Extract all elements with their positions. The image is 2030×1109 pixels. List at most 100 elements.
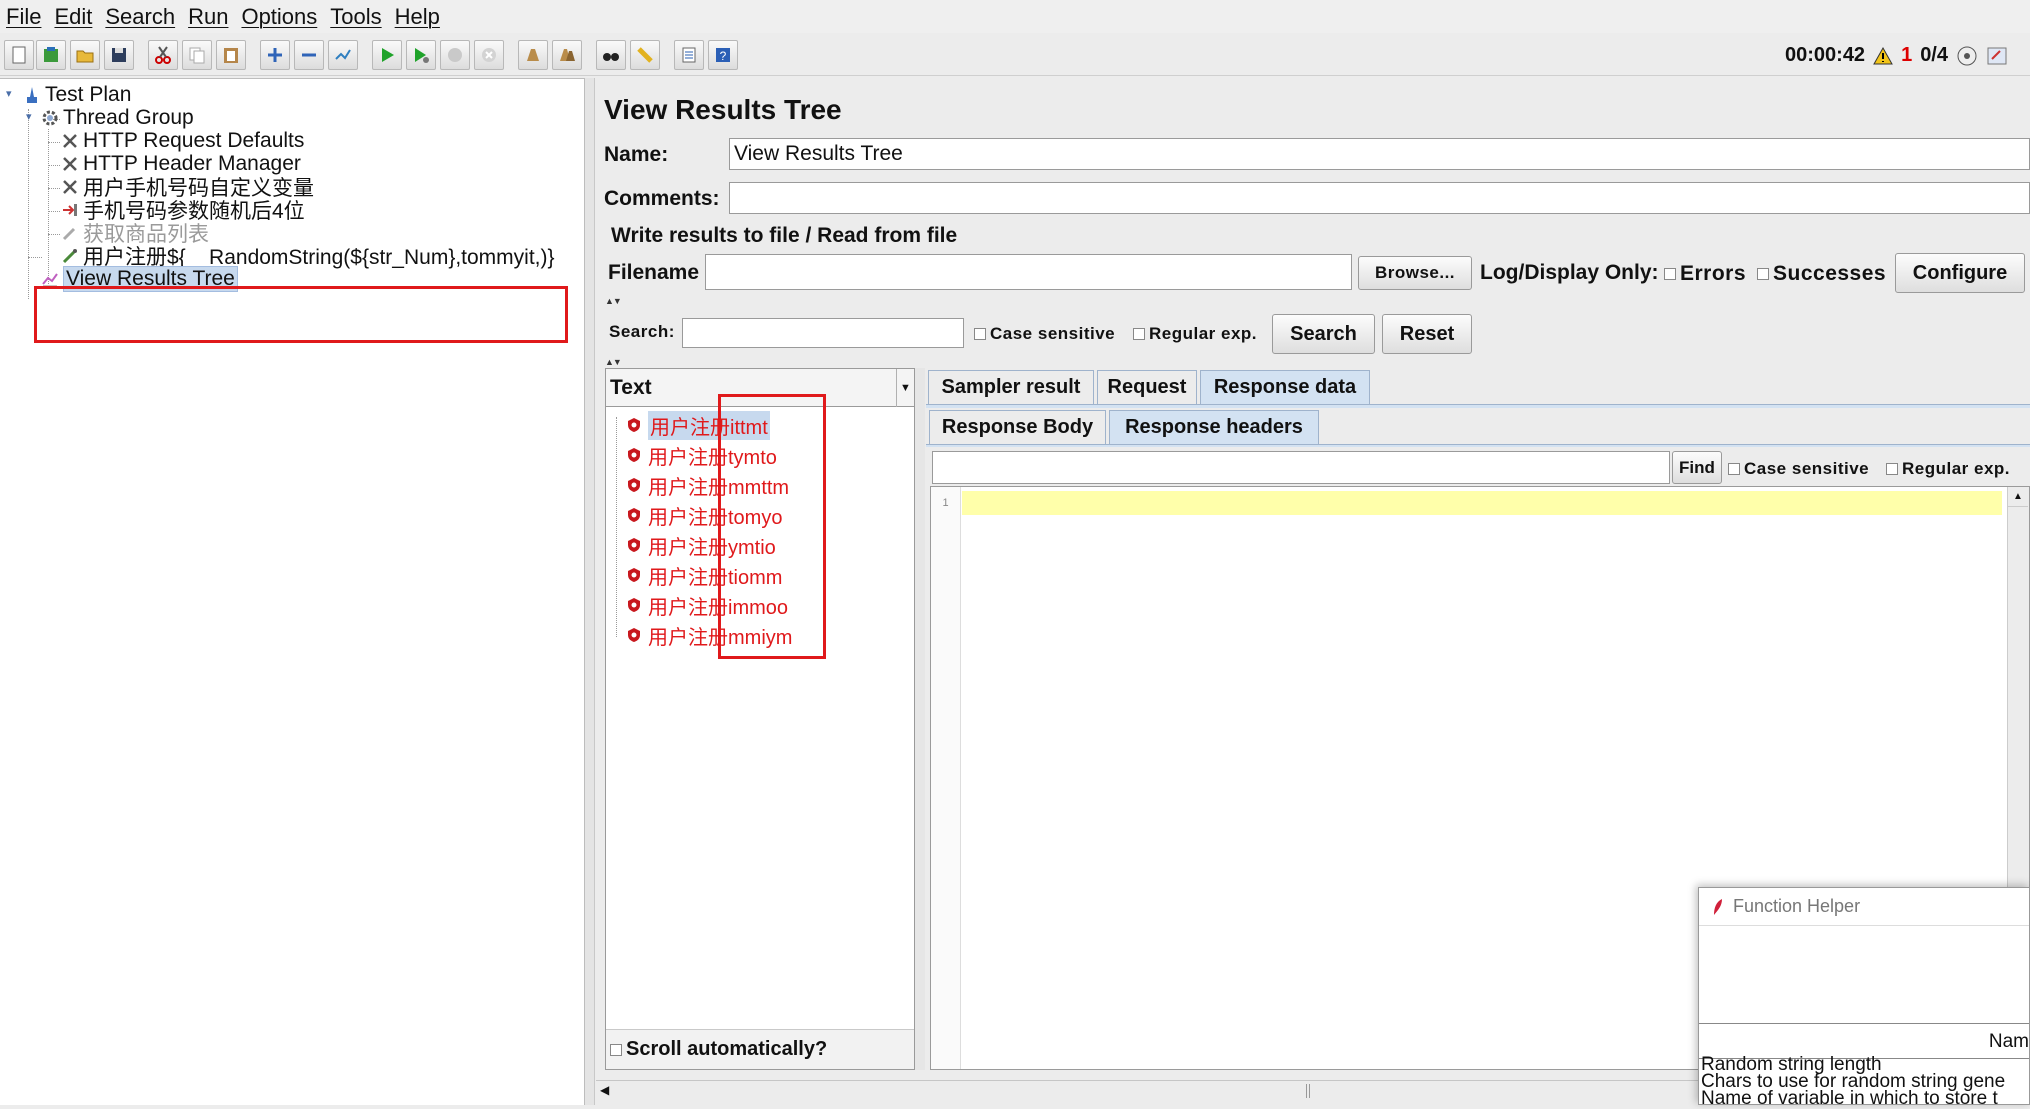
expand-icon[interactable] xyxy=(260,40,290,70)
find-case-sensitive-label: Case sensitive xyxy=(1744,459,1870,478)
find-button[interactable]: Find xyxy=(1672,451,1722,484)
search-label: Search: xyxy=(609,322,675,341)
successes-label: Successes xyxy=(1773,262,1887,285)
svg-text:?: ? xyxy=(720,49,727,63)
line-gutter: 1 xyxy=(931,487,961,1069)
pipette-icon xyxy=(60,223,80,243)
scroll-automatically-label: Scroll automatically? xyxy=(626,1038,828,1060)
menu-bar: File Edit Search Run Options Tools Help xyxy=(0,0,2030,33)
function-helper-titlebar[interactable]: Function Helper xyxy=(1699,888,2029,926)
case-sensitive-checkbox[interactable]: Case sensitive xyxy=(974,324,1115,344)
name-field[interactable]: View Results Tree xyxy=(729,138,2030,170)
log-viewer-icon[interactable] xyxy=(1986,45,2008,67)
regular-exp-checkbox[interactable]: Regular exp. xyxy=(1133,324,1257,344)
scroll-automatically-checkbox[interactable]: Scroll automatically? xyxy=(606,1029,914,1069)
tools-icon xyxy=(60,131,80,151)
scroll-up-icon[interactable]: ▲ xyxy=(2008,487,2028,507)
menu-tools[interactable]: Tools xyxy=(330,4,381,30)
renderer-value: Text xyxy=(610,375,652,399)
section-gripper[interactable]: ▲▼ xyxy=(605,357,622,367)
successes-checkbox[interactable]: Successes xyxy=(1757,262,1886,286)
menu-edit[interactable]: Edit xyxy=(54,4,92,30)
tools-icon xyxy=(60,154,80,174)
filename-label: Filename xyxy=(608,261,700,284)
line-number: 1 xyxy=(942,497,949,509)
comments-label: Comments: xyxy=(604,187,720,210)
thread-group-expander[interactable]: ▾ xyxy=(26,110,32,123)
case-sensitive-label: Case sensitive xyxy=(990,324,1116,343)
copy-icon[interactable] xyxy=(182,40,212,70)
error-shield-icon xyxy=(628,478,640,492)
search-button[interactable]: Search xyxy=(1272,314,1375,354)
gear-icon xyxy=(40,108,60,128)
scroll-left-icon[interactable]: ◀ xyxy=(600,1083,609,1097)
find-case-sensitive-checkbox[interactable]: Case sensitive xyxy=(1728,459,1869,479)
preprocessor-icon xyxy=(60,200,80,220)
warning-icon[interactable] xyxy=(1873,46,1893,66)
menu-options[interactable]: Options xyxy=(241,4,317,30)
test-plan-expander[interactable]: ▾ xyxy=(6,87,12,100)
collapse-icon[interactable] xyxy=(294,40,324,70)
page-title: View Results Tree xyxy=(604,94,842,125)
tab-response-headers[interactable]: Response headers xyxy=(1109,410,1319,444)
write-results-section: Write results to file / Read from file xyxy=(611,224,958,247)
function-helper-icon[interactable] xyxy=(674,40,704,70)
menu-run[interactable]: Run xyxy=(188,4,228,30)
chevron-down-icon[interactable]: ▼ xyxy=(896,369,914,407)
regular-exp-label: Regular exp. xyxy=(1149,324,1258,343)
log-display-label: Log/Display Only: xyxy=(1480,261,1659,284)
splitter[interactable] xyxy=(585,78,595,1105)
find-regex-checkbox[interactable]: Regular exp. xyxy=(1886,459,2010,479)
remote-status-icon xyxy=(1957,46,1977,65)
annotation-box-results xyxy=(718,394,826,659)
reset-search-icon[interactable] xyxy=(630,40,660,70)
clear-all-icon[interactable] xyxy=(552,40,582,70)
results-splitter[interactable] xyxy=(915,368,925,1070)
search-icon[interactable] xyxy=(596,40,626,70)
function-helper-dialog[interactable]: Function Helper Nam Random string length… xyxy=(1698,887,2030,1108)
comments-field[interactable] xyxy=(729,182,2030,214)
errors-label: Errors xyxy=(1680,262,1747,285)
browse-button[interactable]: Browse... xyxy=(1358,256,1472,290)
error-shield-icon xyxy=(628,568,640,582)
paste-icon[interactable] xyxy=(216,40,246,70)
menu-search[interactable]: Search xyxy=(105,4,175,30)
clear-icon[interactable] xyxy=(518,40,548,70)
tab-sampler-result[interactable]: Sampler result xyxy=(928,370,1094,404)
find-regex-label: Regular exp. xyxy=(1902,459,2011,478)
error-shield-icon xyxy=(628,448,640,462)
scroll-thumb[interactable] xyxy=(1306,1084,1310,1098)
function-helper-title: Function Helper xyxy=(1733,896,1861,916)
shutdown-icon[interactable] xyxy=(474,40,504,70)
tab-response-data[interactable]: Response data xyxy=(1200,370,1370,404)
filename-field[interactable] xyxy=(705,254,1352,290)
error-shield-icon xyxy=(628,418,640,432)
help-icon[interactable]: ? xyxy=(708,40,738,70)
start-no-pause-icon[interactable] xyxy=(406,40,436,70)
configure-button[interactable]: Configure xyxy=(1895,253,2025,293)
stop-icon[interactable] xyxy=(440,40,470,70)
section-gripper[interactable]: ▲▼ xyxy=(605,296,622,306)
name-column-header: Nam xyxy=(1988,1031,2029,1052)
new-icon[interactable] xyxy=(4,40,34,70)
start-icon[interactable] xyxy=(372,40,402,70)
errors-checkbox[interactable]: Errors xyxy=(1664,262,1746,286)
open-icon[interactable] xyxy=(70,40,100,70)
tab-request[interactable]: Request xyxy=(1097,370,1197,404)
menu-file[interactable]: File xyxy=(6,4,41,30)
save-icon[interactable] xyxy=(104,40,134,70)
test-plan-tree: ▾ Test Plan ▾ Thread Group HTTP Request … xyxy=(0,78,585,1105)
elapsed-timer: 00:00:42 xyxy=(1785,44,1866,66)
tab-response-body[interactable]: Response Body xyxy=(929,410,1106,444)
error-shield-icon xyxy=(628,628,640,642)
search-input[interactable] xyxy=(682,318,964,348)
menu-help[interactable]: Help xyxy=(395,4,440,30)
feather-icon xyxy=(1714,898,1722,915)
reset-button[interactable]: Reset xyxy=(1382,314,1472,354)
name-label: Name: xyxy=(604,143,669,166)
find-input[interactable] xyxy=(932,451,1670,484)
templates-icon[interactable] xyxy=(36,40,66,70)
cut-icon[interactable] xyxy=(148,40,178,70)
toggle-icon[interactable] xyxy=(328,40,358,70)
toolbar: ? 00:00:42 1 0/4 xyxy=(0,36,2030,76)
